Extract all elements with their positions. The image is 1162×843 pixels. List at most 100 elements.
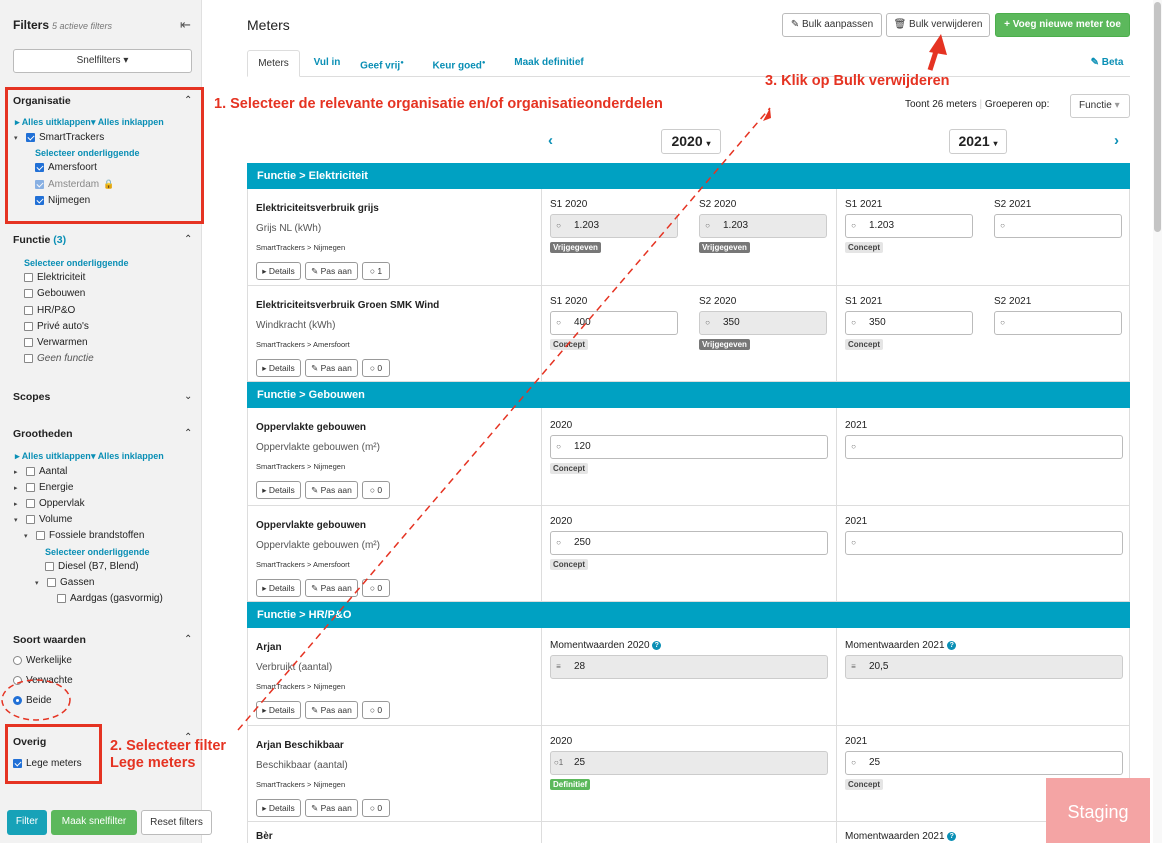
pas-aan-button[interactable]: ✎ Pas aan [305, 579, 358, 597]
collapse-all-link[interactable]: ▾ Alles inklappen [91, 451, 164, 462]
value-input[interactable]: ○ [845, 435, 1123, 459]
collapse-all-link[interactable]: ▾ Alles inklappen [91, 117, 164, 128]
next-year-arrow[interactable]: › [1114, 132, 1119, 149]
value-input[interactable]: ○ 250 [550, 531, 828, 555]
value-input[interactable]: ○ 350 [845, 311, 973, 335]
grootheid-gassen[interactable]: ▾ Gassen [35, 577, 94, 588]
value-input[interactable]: ○ 1.203 [550, 214, 678, 238]
bulk-verwijderen-button[interactable]: 🗑 Bulk verwijderen [886, 13, 990, 37]
radio-werkelijke[interactable]: Werkelijke [13, 655, 72, 666]
chevron-up-icon[interactable]: ⌃ [184, 95, 192, 106]
select-children-link[interactable]: Selecteer onderliggende [35, 148, 140, 158]
status-badge: Concept [845, 779, 883, 790]
functie-prive-autos[interactable]: Privé auto's [24, 321, 89, 332]
comments-button[interactable]: ○ 1 [362, 262, 390, 280]
filter-lege-meters[interactable]: Lege meters [13, 758, 82, 769]
help-icon[interactable]: ? [947, 640, 957, 650]
select-children-link[interactable]: Selecteer onderliggende [45, 547, 150, 557]
details-button[interactable]: ▸ Details [256, 481, 301, 499]
functie-gebouwen[interactable]: Gebouwen [24, 288, 85, 299]
bulk-aanpassen-button[interactable]: ✎ Bulk aanpassen [782, 13, 882, 37]
value-input[interactable]: ≡ 28 [550, 655, 828, 679]
expand-all-link[interactable]: ▸ Alles uitklappen [15, 451, 91, 462]
expand-all-link[interactable]: ▸ Alles uitklappen [15, 117, 91, 128]
value-input[interactable]: ○ [994, 311, 1122, 335]
comments-button[interactable]: ○ 0 [362, 359, 390, 377]
help-icon[interactable]: ? [652, 640, 662, 650]
app-root: Filters 5 actieve filters ⇤ Snelfilters … [0, 0, 1162, 843]
snelfilters-dropdown[interactable]: Snelfilters ▾ [13, 49, 192, 73]
details-button[interactable]: ▸ Details [256, 579, 301, 597]
functie-geen[interactable]: Geen functie [24, 353, 94, 364]
details-button[interactable]: ▸ Details [256, 359, 301, 377]
tab-maak-definitief[interactable]: Maak definitief [509, 50, 589, 77]
group-by-select[interactable]: Functie ▾ [1070, 94, 1130, 118]
radio-verwachte[interactable]: Verwachte [13, 675, 73, 686]
chevron-down-icon[interactable]: ⌄ [184, 391, 192, 402]
org-amsterdam[interactable]: Amsterdam 🔒 [35, 179, 114, 190]
org-nijmegen[interactable]: Nijmegen [35, 195, 90, 206]
select-children-link[interactable]: Selecteer onderliggende [24, 258, 129, 268]
org-amersfoort[interactable]: Amersfoort [35, 162, 97, 173]
org-smarttrackers[interactable]: ▾ SmartTrackers [14, 132, 104, 143]
comments-button[interactable]: ○ 0 [362, 701, 390, 719]
tab-geef-vrij[interactable]: Geef vrij● [357, 50, 407, 77]
reset-filters-button[interactable]: Reset filters [141, 810, 212, 835]
pas-aan-button[interactable]: ✎ Pas aan [305, 799, 358, 817]
functie-verwarmen[interactable]: Verwarmen [24, 337, 88, 348]
functie-hrpo[interactable]: HR/P&O [24, 305, 75, 316]
pas-aan-button[interactable]: ✎ Pas aan [305, 481, 358, 499]
value-input[interactable]: ≡ 20,5 [845, 655, 1123, 679]
functie-elektriciteit[interactable]: Elektriciteit [24, 272, 85, 283]
details-button[interactable]: ▸ Details [256, 262, 301, 280]
tabs: Meters Vul in Geef vrij● Keur goed● Maak… [247, 50, 1130, 77]
meter-count: Toont 26 meters | Groeperen op: [905, 99, 1050, 110]
value-input[interactable]: ○1 25 [550, 751, 828, 775]
grootheid-energie[interactable]: ▸ Energie [14, 482, 73, 493]
value-input[interactable]: ○ [845, 531, 1123, 555]
value-input[interactable]: ○ 120 [550, 435, 828, 459]
tab-meters[interactable]: Meters [247, 50, 300, 77]
value-input[interactable]: ○ 1.203 [699, 214, 827, 238]
chevron-up-icon[interactable]: ⌃ [184, 234, 192, 245]
pas-aan-button[interactable]: ✎ Pas aan [305, 262, 358, 280]
maak-snelfilter-button[interactable]: Maak snelfilter [51, 810, 137, 835]
caret-down-icon[interactable]: ▾ [14, 134, 22, 142]
comments-button[interactable]: ○ 0 [362, 579, 390, 597]
prev-year-arrow[interactable]: ‹ [548, 132, 553, 149]
year-select-right[interactable]: 2021 ▾ [949, 129, 1007, 154]
value-input[interactable]: ○ 1.203 [845, 214, 973, 238]
add-meter-button[interactable]: + Voeg nieuwe meter toe [995, 13, 1130, 37]
tab-vul-in[interactable]: Vul in [307, 50, 347, 77]
chevron-up-icon[interactable]: ⌃ [184, 428, 192, 439]
comments-button[interactable]: ○ 0 [362, 481, 390, 499]
value-input[interactable]: ○ 400 [550, 311, 678, 335]
page-title: Meters [247, 17, 290, 33]
grootheid-aantal[interactable]: ▸ Aantal [14, 466, 67, 477]
value-input[interactable]: ○ 25 [845, 751, 1123, 775]
grootheid-fossiele[interactable]: ▾ Fossiele brandstoffen [24, 530, 144, 541]
pas-aan-button[interactable]: ✎ Pas aan [305, 359, 358, 377]
value-input[interactable]: ○ 350 [699, 311, 827, 335]
collapse-sidebar-icon[interactable]: ⇤ [180, 17, 191, 33]
year-select-left[interactable]: 2020 ▾ [661, 129, 721, 154]
help-icon[interactable]: ? [947, 831, 957, 841]
radio-beide[interactable]: Beide [13, 695, 52, 706]
grootheid-volume[interactable]: ▾ Volume [14, 514, 72, 525]
pas-aan-button[interactable]: ✎ Pas aan [305, 701, 358, 719]
status-badge: Concept [845, 339, 883, 350]
details-button[interactable]: ▸ Details [256, 799, 301, 817]
grootheid-oppervlak[interactable]: ▸ Oppervlak [14, 498, 85, 509]
comments-button[interactable]: ○ 0 [362, 799, 390, 817]
beta-link[interactable]: ✎ Beta [1082, 50, 1132, 77]
filter-button[interactable]: Filter [7, 810, 47, 835]
value-input[interactable]: ○ [994, 214, 1122, 238]
grootheid-aardgas[interactable]: Aardgas (gasvormig) [57, 593, 163, 604]
grootheid-diesel[interactable]: Diesel (B7, Blend) [45, 561, 139, 572]
tab-keur-goed[interactable]: Keur goed● [429, 50, 489, 77]
list-icon: ≡ [851, 662, 856, 671]
chevron-up-icon[interactable]: ⌃ [184, 634, 192, 645]
checkbox[interactable] [26, 133, 35, 142]
scrollbar[interactable] [1153, 0, 1162, 843]
details-button[interactable]: ▸ Details [256, 701, 301, 719]
